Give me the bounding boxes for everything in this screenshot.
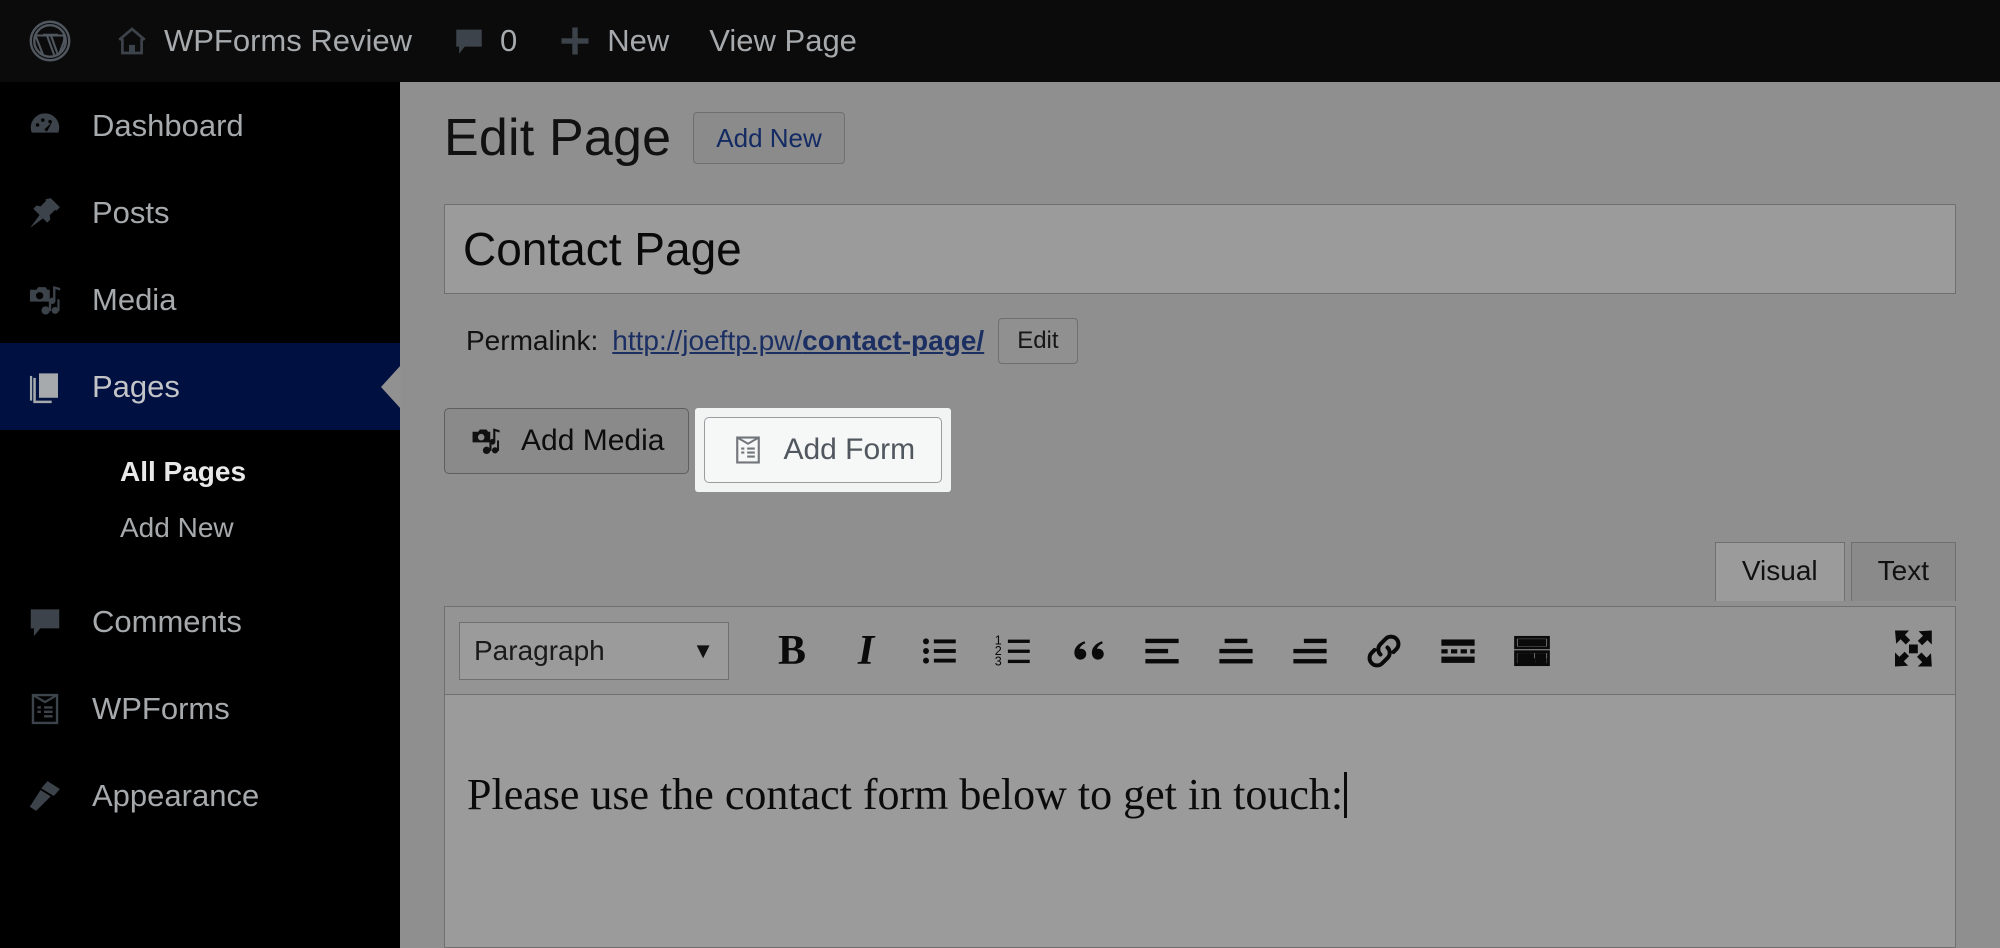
visual-editor-body[interactable]: Please use the contact form below to get…	[444, 694, 1956, 948]
sidebar-item-media[interactable]: Media	[0, 256, 400, 343]
new-content-menu[interactable]: New	[537, 0, 689, 82]
paragraph-format-value: Paragraph	[474, 634, 605, 666]
editor-content-text: Please use the contact form below to get…	[467, 770, 1344, 819]
editor-wrapper: Paragraph ▼ B I 1 2 3 Please use the con…	[444, 606, 1956, 948]
svg-text:3: 3	[995, 654, 1002, 668]
permalink-label: Permalink:	[466, 325, 599, 356]
editor-mode-tabs: Visual Text	[1714, 542, 1956, 601]
admin-bar: WPForms Review 0 New View Page	[0, 0, 2000, 82]
permalink-slug: contact-page/	[802, 325, 985, 356]
permalink-url[interactable]: http://joeftp.pw/contact-page/	[612, 325, 984, 357]
text-cursor	[1344, 772, 1348, 818]
sidebar-item-dashboard[interactable]: Dashboard	[0, 82, 400, 169]
italic-icon[interactable]: I	[829, 618, 903, 684]
link-icon[interactable]	[1347, 618, 1421, 684]
paragraph-format-select[interactable]: Paragraph ▼	[459, 621, 729, 680]
bulleted-list-icon[interactable]	[903, 618, 977, 684]
comment-icon	[22, 603, 68, 641]
media-buttons-row: Add Media Add Form	[444, 408, 1956, 492]
permalink-row: Permalink: http://joeftp.pw/contact-page…	[466, 318, 1956, 364]
media-icon	[469, 424, 503, 458]
comments-count: 0	[500, 23, 518, 58]
new-content-label: New	[607, 23, 670, 58]
comment-icon	[452, 24, 486, 58]
paintbrush-icon	[22, 777, 68, 815]
add-media-button[interactable]: Add Media	[444, 408, 690, 474]
align-right-icon[interactable]	[1273, 618, 1347, 684]
editor-content-paragraph[interactable]: Please use the contact form below to get…	[445, 695, 1955, 820]
align-left-icon[interactable]	[1125, 618, 1199, 684]
chevron-down-icon: ▼	[692, 637, 714, 663]
sidebar-item-label: Pages	[92, 368, 180, 404]
post-title-input[interactable]: Contact Page	[444, 204, 1956, 294]
wpforms-icon	[22, 690, 68, 728]
fullscreen-icon[interactable]	[1889, 624, 1937, 677]
wordpress-logo-icon	[28, 19, 72, 63]
admin-sidebar-menu: Dashboard Posts Media Pages All Pages Ad…	[0, 82, 401, 948]
add-form-spotlight: Add Form	[695, 408, 952, 492]
sidebar-item-posts[interactable]: Posts	[0, 169, 400, 256]
wpforms-icon	[731, 433, 765, 467]
bold-icon[interactable]: B	[755, 618, 829, 684]
add-form-button[interactable]: Add Form	[704, 417, 943, 483]
sidebar-item-all-pages[interactable]: All Pages	[0, 444, 400, 500]
align-center-icon[interactable]	[1199, 618, 1273, 684]
numbered-list-icon[interactable]: 1 2 3	[977, 618, 1051, 684]
tab-text[interactable]: Text	[1850, 542, 1956, 601]
page-header: Edit Page Add New	[444, 108, 1956, 168]
sidebar-item-comments[interactable]: Comments	[0, 578, 400, 665]
add-media-label: Add Media	[521, 424, 665, 457]
sidebar-item-label: Dashboard	[92, 107, 244, 143]
view-page-menu[interactable]: View Page	[689, 0, 877, 82]
permalink-edit-button[interactable]: Edit	[998, 318, 1078, 364]
active-menu-arrow	[381, 364, 401, 409]
page-title: Edit Page	[444, 109, 672, 167]
pages-icon	[22, 368, 68, 406]
comments-menu[interactable]: 0	[432, 0, 537, 82]
dashboard-icon	[22, 107, 68, 145]
wordpress-admin-screen: WPForms Review 0 New View Page Dashboard…	[0, 0, 2000, 948]
sidebar-item-wpforms[interactable]: WPForms	[0, 665, 400, 752]
toolbar-toggle-icon[interactable]	[1495, 618, 1569, 684]
sidebar-item-appearance[interactable]: Appearance	[0, 752, 400, 839]
pages-submenu: All Pages Add New	[0, 430, 400, 578]
site-name-menu[interactable]: WPForms Review	[94, 0, 432, 82]
pin-icon	[22, 194, 68, 232]
sidebar-item-add-new-page[interactable]: Add New	[0, 500, 400, 556]
blockquote-icon[interactable]	[1051, 618, 1125, 684]
home-icon	[114, 23, 150, 59]
sidebar-item-label: WPForms	[92, 690, 230, 726]
sidebar-item-label: Appearance	[92, 777, 260, 813]
tab-visual[interactable]: Visual	[1714, 542, 1845, 601]
sidebar-item-label: Posts	[92, 194, 170, 230]
add-form-label: Add Form	[783, 433, 916, 466]
editor-toolbar: Paragraph ▼ B I 1 2 3	[444, 606, 1956, 694]
sidebar-item-label: Comments	[92, 603, 242, 639]
plus-icon	[557, 23, 593, 59]
permalink-base: http://joeftp.pw/	[612, 325, 803, 356]
view-page-label: View Page	[709, 23, 857, 58]
add-new-button[interactable]: Add New	[693, 112, 845, 164]
sidebar-item-pages[interactable]: Pages	[0, 343, 401, 430]
site-name-label: WPForms Review	[164, 23, 413, 58]
edit-page-content: Edit Page Add New Contact Page Permalink…	[400, 82, 2000, 948]
media-icon	[22, 281, 68, 319]
wordpress-logo-menu[interactable]	[14, 0, 94, 82]
sidebar-item-label: Media	[92, 281, 177, 317]
read-more-icon[interactable]	[1421, 618, 1495, 684]
